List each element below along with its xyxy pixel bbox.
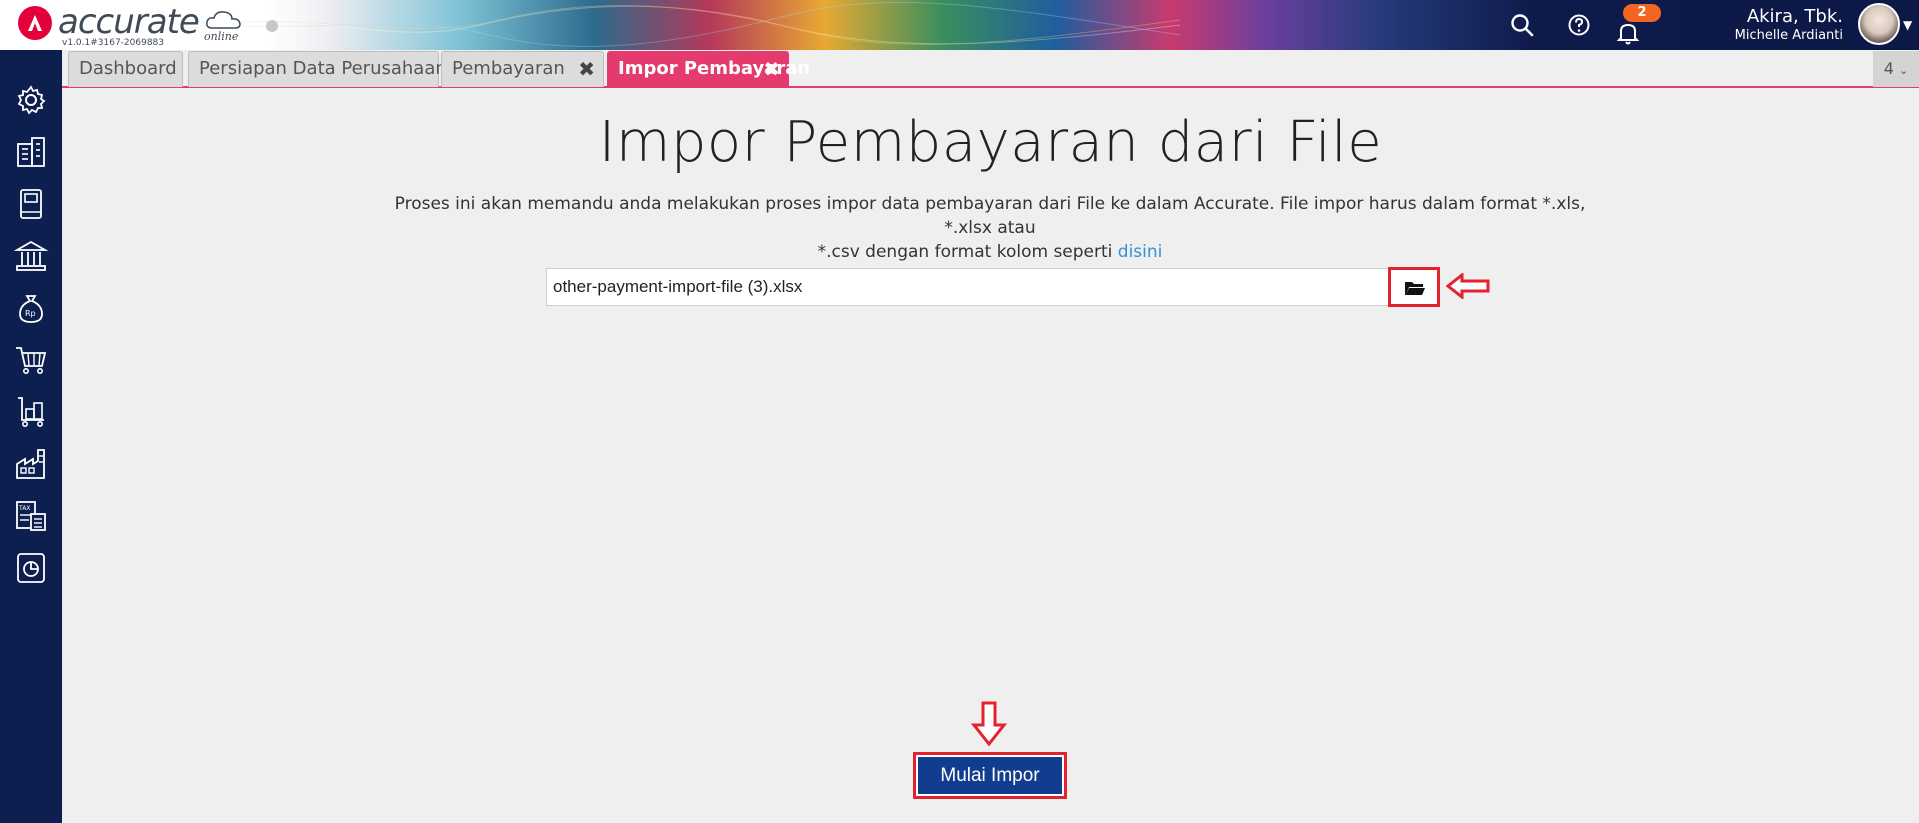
bell-icon[interactable] xyxy=(1616,20,1642,46)
sidebar-item-manufacture[interactable] xyxy=(13,446,49,482)
decorative-wave-graphic xyxy=(180,1,1180,47)
folder-open-icon xyxy=(1405,282,1425,295)
sidebar-item-bank[interactable] xyxy=(13,238,49,274)
cloud-icon xyxy=(206,11,241,29)
annotation-arrow-down-icon xyxy=(971,701,1007,747)
annotation-arrow-left-icon xyxy=(1446,273,1490,299)
svg-text:TAX: TAX xyxy=(18,505,30,512)
file-path-input[interactable] xyxy=(547,269,1387,305)
file-field[interactable] xyxy=(546,268,1389,306)
tab-label: Persiapan Data Perusahaan xyxy=(199,58,447,79)
user-company[interactable]: Akira, Tbk. xyxy=(1747,6,1843,27)
page-title: Impor Pembayaran dari File xyxy=(598,110,1383,175)
money-bag-icon: Rp xyxy=(19,295,43,323)
description-line1: Proses ini akan memandu anda melakukan p… xyxy=(394,194,1586,238)
start-import-button[interactable]: Mulai Impor xyxy=(918,757,1062,794)
bank-icon xyxy=(13,240,49,271)
tab-impor-pembayaran[interactable]: Impor Pembayaran ✖ xyxy=(607,51,810,87)
avatar[interactable] xyxy=(1858,3,1900,45)
top-header: accurate online v1.0.1#3167-2069883 2 Ak… xyxy=(0,0,1919,50)
app-version: v1.0.1#3167-2069883 xyxy=(62,38,165,48)
description-line2: *.csv dengan format kolom seperti xyxy=(817,242,1113,262)
tax-calculator-icon: TAX xyxy=(16,501,46,531)
browse-file-button[interactable] xyxy=(1388,267,1440,307)
logo-text: accurate xyxy=(58,2,200,42)
notification-badge[interactable]: 2 xyxy=(1623,4,1661,22)
sidebar-item-settings[interactable] xyxy=(13,82,49,118)
chevron-down-icon: ⌄ xyxy=(1899,64,1909,77)
tab-dashboard[interactable]: Dashboard xyxy=(68,51,183,87)
accurate-logo[interactable]: accurate online v1.0.1#3167-2069883 xyxy=(14,2,254,48)
sidebar-item-report[interactable] xyxy=(13,550,49,586)
tab-label: Pembayaran xyxy=(452,58,565,79)
format-link[interactable]: disini xyxy=(1118,242,1163,262)
sidebar-item-purchase[interactable] xyxy=(13,394,49,430)
close-icon[interactable]: ✖ xyxy=(578,52,595,86)
tab-label: Impor Pembayaran xyxy=(618,58,811,79)
logo-online-text: online xyxy=(204,30,239,43)
sidebar: Rp TAX xyxy=(0,50,62,823)
tab-bar: Dashboard Persiapan Data Perusahaan Pemb… xyxy=(62,50,1919,88)
status-dot xyxy=(266,20,278,32)
tab-count-value: 4 xyxy=(1883,59,1894,78)
tab-pembayaran[interactable]: Pembayaran ✖ xyxy=(441,51,604,87)
ledger-book-icon xyxy=(20,189,42,219)
trolley-boxes-icon xyxy=(18,397,44,427)
accurate-logo-mark-icon xyxy=(18,6,52,40)
user-name[interactable]: Michelle Ardianti xyxy=(1735,28,1843,43)
chevron-down-icon[interactable]: ▼ xyxy=(1903,18,1912,32)
search-icon[interactable] xyxy=(1509,12,1535,38)
sidebar-item-company[interactable] xyxy=(13,134,49,170)
page-description: Proses ini akan memandu anda melakukan p… xyxy=(390,192,1590,264)
help-icon[interactable] xyxy=(1566,12,1592,38)
report-chart-icon xyxy=(17,553,45,583)
sidebar-item-ledger[interactable] xyxy=(13,186,49,222)
tab-persiapan-data-perusahaan[interactable]: Persiapan Data Perusahaan xyxy=(188,51,447,87)
close-icon[interactable]: ✖ xyxy=(763,52,780,86)
shopping-cart-icon xyxy=(16,347,47,374)
sidebar-item-cash[interactable]: Rp xyxy=(13,290,49,326)
tab-label: Dashboard xyxy=(79,58,177,79)
gear-icon xyxy=(17,85,46,115)
tab-counter-dropdown[interactable]: 4 ⌄ xyxy=(1873,51,1919,87)
svg-text:Rp: Rp xyxy=(25,309,36,318)
sidebar-item-tax[interactable]: TAX xyxy=(13,498,49,534)
sidebar-item-sales[interactable] xyxy=(13,342,49,378)
building-icon xyxy=(17,137,45,167)
factory-icon xyxy=(16,449,45,479)
